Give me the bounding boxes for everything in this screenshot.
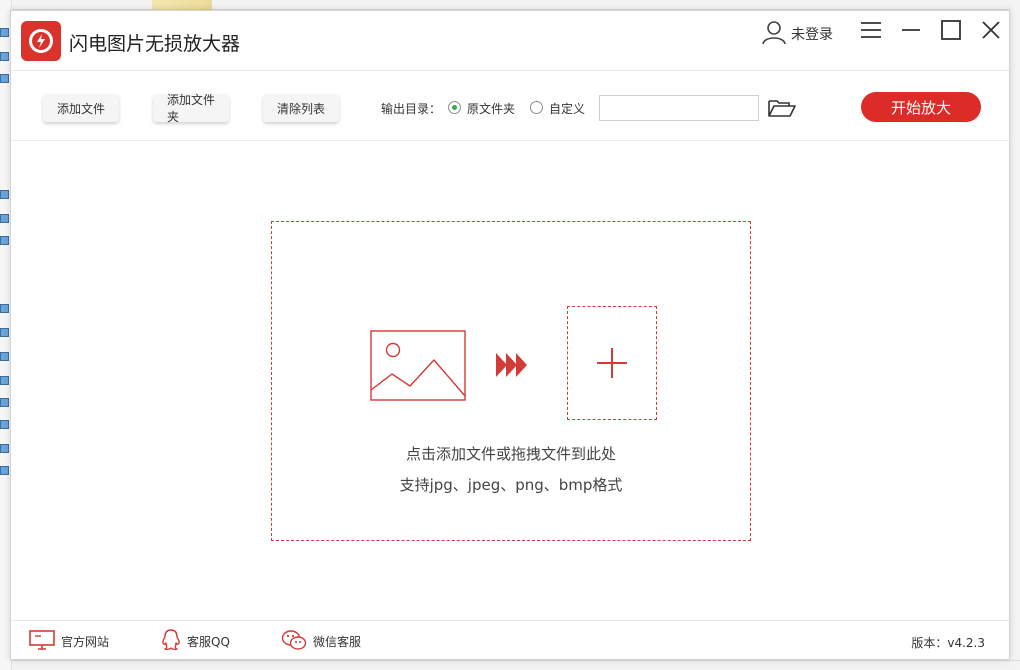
- minimize-button[interactable]: [896, 19, 926, 45]
- app-window: 闪电图片无损放大器 未登录: [10, 10, 1010, 660]
- wechat-support-link[interactable]: 微信客服: [281, 629, 361, 653]
- desktop-item-icon: [0, 444, 9, 453]
- drop-zone[interactable]: 点击添加文件或拖拽文件到此处 支持jpg、jpeg、png、bmp格式: [271, 221, 751, 541]
- desktop-item-icon: [0, 236, 9, 245]
- desktop-item-icon: [0, 398, 9, 407]
- output-path-input[interactable]: [599, 95, 759, 121]
- user-login-label: 未登录: [791, 24, 833, 44]
- desktop-item-icon: [0, 304, 9, 313]
- output-directory-label: 输出目录：: [381, 100, 441, 117]
- desktop-item-icon: [0, 352, 9, 361]
- wechat-support-label: 微信客服: [313, 633, 361, 650]
- title-bar: 闪电图片无损放大器 未登录: [11, 11, 1009, 71]
- desktop-item-icon: [0, 466, 9, 475]
- add-image-box[interactable]: [567, 306, 657, 420]
- folder-open-icon: [767, 104, 797, 123]
- triple-arrow-icon: [496, 352, 528, 382]
- footer: 官方网站 客服QQ 微信客服 版本：v4.2.3: [11, 620, 1009, 660]
- supported-formats-text: 支持jpg、jpeg、png、bmp格式: [272, 474, 750, 495]
- menu-icon: [860, 21, 882, 43]
- add-file-button[interactable]: 添加文件: [43, 94, 119, 122]
- minimize-icon: [901, 21, 921, 43]
- browse-folder-button[interactable]: [767, 97, 797, 121]
- monitor-icon: [29, 629, 55, 654]
- official-website-link[interactable]: 官方网站: [29, 629, 109, 653]
- custom-folder-label[interactable]: 自定义: [549, 100, 585, 117]
- menu-button[interactable]: [856, 19, 886, 45]
- toolbar: 添加文件 添加文件夹 清除列表 输出目录： 原文件夹 自定义 开始放大: [11, 71, 1009, 141]
- source-folder-radio[interactable]: [448, 101, 461, 114]
- desktop-item-icon: [0, 328, 9, 337]
- close-button[interactable]: [976, 19, 1006, 45]
- qq-penguin-icon: [161, 629, 181, 654]
- desktop-item-icon: [0, 376, 9, 385]
- wechat-icon: [281, 629, 307, 654]
- drop-hint-text: 点击添加文件或拖拽文件到此处: [272, 443, 750, 464]
- maximize-icon: [941, 20, 961, 44]
- official-website-label: 官方网站: [61, 633, 109, 650]
- background-bottom-strip: [12, 660, 1020, 670]
- desktop-item-icon: [0, 28, 9, 37]
- desktop-item-icon: [0, 190, 9, 199]
- qq-support-label: 客服QQ: [187, 633, 230, 650]
- app-logo-icon: [21, 21, 61, 61]
- background-decoration: [152, 0, 212, 10]
- source-folder-label[interactable]: 原文件夹: [467, 100, 515, 117]
- desktop-item-icon: [0, 420, 9, 429]
- image-icon: [370, 330, 466, 406]
- background-top-strip: [12, 0, 1020, 10]
- desktop-item-icon: [0, 214, 9, 223]
- user-login[interactable]: 未登录: [761, 19, 833, 49]
- desktop-item-icon: [0, 52, 9, 61]
- desktop-item-icon: [0, 74, 9, 83]
- clear-list-button[interactable]: 清除列表: [263, 94, 339, 122]
- qq-support-link[interactable]: 客服QQ: [161, 629, 230, 653]
- plus-icon: [596, 347, 628, 383]
- close-icon: [982, 21, 1000, 43]
- user-icon: [761, 19, 787, 49]
- start-enlarge-button[interactable]: 开始放大: [861, 92, 981, 122]
- add-folder-button[interactable]: 添加文件夹: [153, 94, 229, 122]
- app-title: 闪电图片无损放大器: [69, 29, 240, 56]
- custom-folder-radio[interactable]: [530, 101, 543, 114]
- background-right-strip: [1010, 0, 1020, 670]
- version-label: 版本：v4.2.3: [911, 634, 985, 651]
- maximize-button[interactable]: [936, 19, 966, 45]
